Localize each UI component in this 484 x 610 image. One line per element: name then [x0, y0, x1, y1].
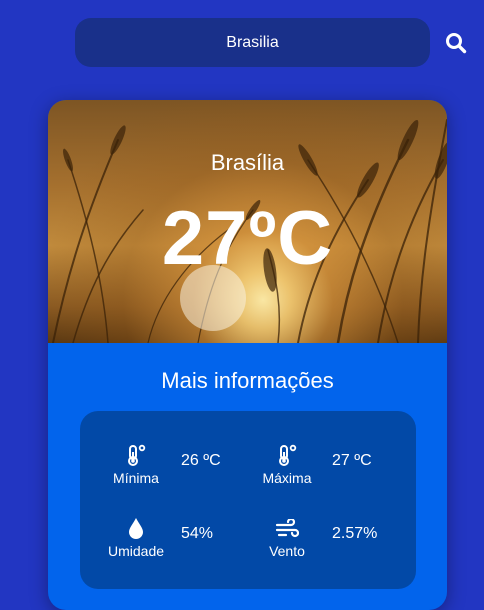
- detail-value: 54%: [181, 525, 214, 542]
- detail-value: 2.57%: [332, 525, 378, 542]
- weather-hero-image: Brasília 27ºC: [48, 100, 447, 343]
- details-panel: Mínima 26 ºC Máxima 27 ºC Umidade 54% Ve…: [80, 411, 416, 589]
- droplet-icon: [127, 515, 145, 539]
- detail-label: Umidade: [107, 543, 165, 559]
- search-input[interactable]: [90, 32, 415, 53]
- detail-value: 26 ºC: [181, 452, 221, 469]
- detail-wind: Vento 2.57%: [254, 515, 377, 559]
- detail-label: Mínima: [113, 470, 159, 486]
- search-icon: [446, 33, 467, 54]
- thermometer-icon: [125, 442, 147, 466]
- current-temperature: 27ºC: [161, 196, 334, 281]
- search-bar[interactable]: [75, 18, 430, 67]
- detail-humidity: Umidade 54%: [103, 515, 213, 559]
- city-name: Brasília: [210, 150, 285, 175]
- detail-label: Máxima: [262, 470, 312, 486]
- details-title: Mais informações: [161, 368, 334, 393]
- weather-card: Brasília 27ºC Mais informações Mínima 26…: [48, 100, 447, 610]
- detail-min-temp: Mínima 26 ºC: [103, 442, 221, 486]
- detail-label: Vento: [269, 543, 305, 559]
- thermometer-icon: [276, 442, 298, 466]
- detail-value: 27 ºC: [332, 452, 372, 469]
- search-button[interactable]: [444, 31, 468, 55]
- wind-icon: [275, 515, 299, 539]
- detail-max-temp: Máxima 27 ºC: [254, 442, 372, 486]
